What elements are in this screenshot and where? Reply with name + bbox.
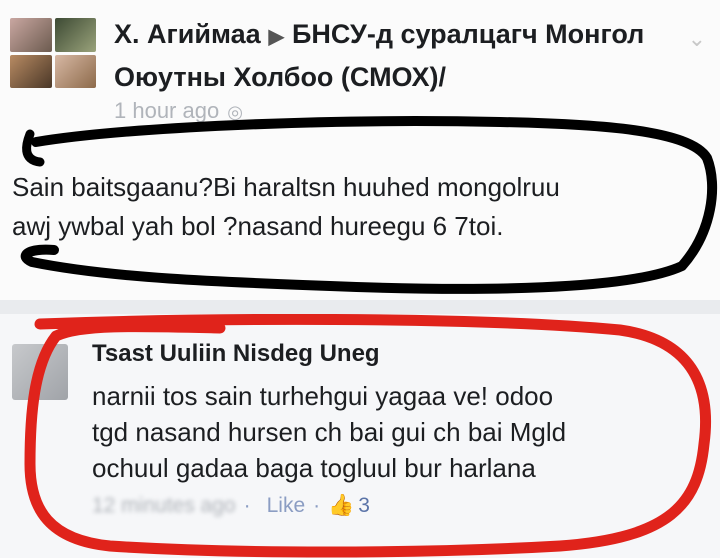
globe-icon: ◎ xyxy=(227,102,243,122)
comment-text-line: tgd nasand hursen ch bai gui ch bai Mgld xyxy=(92,417,567,447)
like-button[interactable]: Like xyxy=(267,494,306,517)
avatar-photo xyxy=(54,54,96,88)
avatar-photo xyxy=(10,18,52,52)
like-count[interactable]: 3 xyxy=(358,494,370,517)
author-avatar[interactable] xyxy=(10,18,96,88)
separator: · xyxy=(313,494,321,517)
separator: · xyxy=(243,494,251,517)
section-divider xyxy=(0,300,720,314)
comment-body: narnii tos sain turhehgui yagaa ve! odoo… xyxy=(92,378,682,486)
comment-text-line: narnii tos sain turhehgui yagaa ve! odoo xyxy=(92,381,554,411)
post-timestamp[interactable]: 1 hour ago ◎ xyxy=(114,98,243,124)
commenter-avatar[interactable] xyxy=(12,344,68,400)
post-author-link[interactable]: Х. Агиймаа xyxy=(114,19,261,49)
comment-actions: 12 minutes ago · Like · 👍 3 xyxy=(92,494,370,518)
post-header: Х. Агиймаа ▶ БНСУ-д суралцагч Монгол Оюутн… xyxy=(114,14,704,97)
right-triangle-icon: ▶ xyxy=(268,26,284,48)
comment-text-line: ochuul gadaa baga togluul bur harlana xyxy=(92,453,536,483)
post-text-line: Sain baitsgaanu?Bi haraltsn huuhed mongo… xyxy=(12,172,560,202)
comment-time[interactable]: 12 minutes ago xyxy=(92,494,236,517)
comment-card: Tsast Uuliin Nisdeg Uneg narnii tos sain… xyxy=(0,314,720,558)
chevron-down-icon[interactable]: ⌄ xyxy=(688,26,706,52)
avatar-photo xyxy=(10,54,52,88)
avatar-photo xyxy=(54,18,96,52)
post-body: Sain baitsgaanu?Bi haraltsn huuhed mongo… xyxy=(12,168,702,246)
thumbs-up-icon[interactable]: 👍 xyxy=(328,494,354,517)
post-time-text[interactable]: 1 hour ago xyxy=(114,98,219,123)
post-card: Х. Агиймаа ▶ БНСУ-д суралцагч Монгол Оюутн… xyxy=(0,0,720,300)
comment-author-link[interactable]: Tsast Uuliin Nisdeg Uneg xyxy=(92,340,380,368)
post-text-line: awj ywbal yah bol ?nasand hureegu 6 7toi… xyxy=(12,211,504,241)
